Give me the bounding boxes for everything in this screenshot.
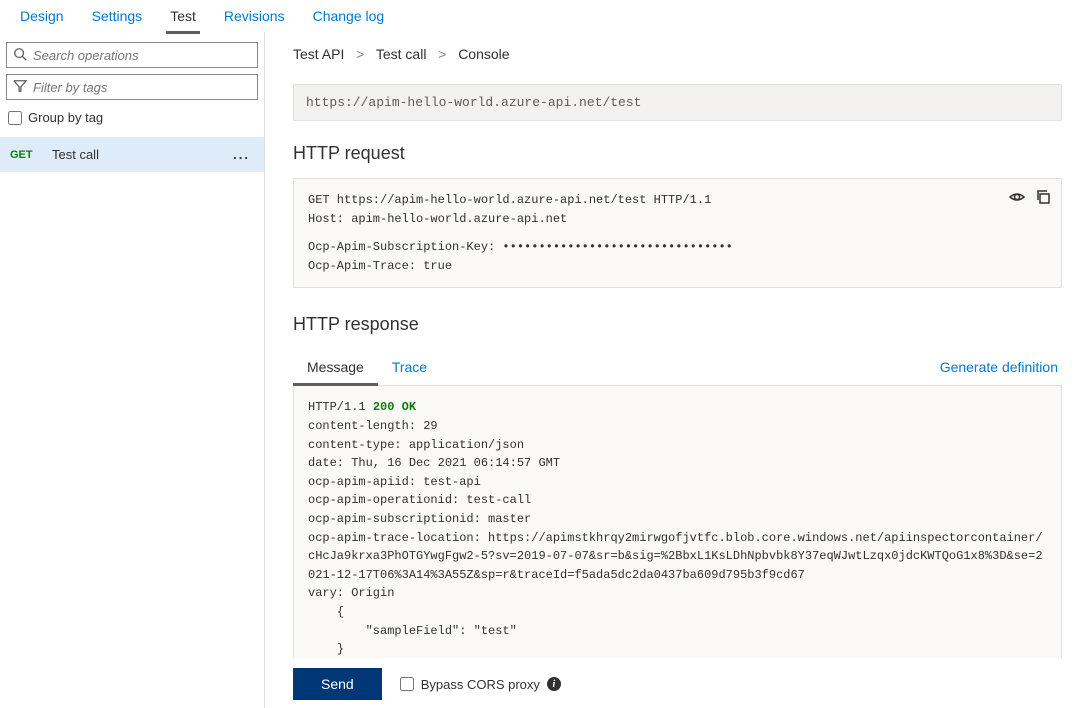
request-line-1: GET https://apim-hello-world.azure-api.n… [308, 191, 1047, 210]
tab-design[interactable]: Design [6, 2, 78, 30]
filter-input[interactable] [33, 80, 251, 95]
info-icon[interactable]: i [547, 677, 561, 691]
operation-more-icon[interactable]: ... [233, 147, 250, 162]
group-by-checkbox[interactable] [8, 111, 22, 125]
response-protocol: HTTP/1.1 [308, 400, 373, 414]
top-navigation: Design Settings Test Revisions Change lo… [0, 0, 1080, 32]
request-line-4: Ocp-Apim-Trace: true [308, 257, 1047, 276]
http-response-box: HTTP/1.1 200 OK content-length: 29 conte… [293, 386, 1062, 671]
filter-icon [13, 79, 27, 96]
group-by-label: Group by tag [28, 110, 103, 125]
request-line-3: Ocp-Apim-Subscription-Key: •••••••••••••… [308, 238, 1047, 257]
breadcrumb-api[interactable]: Test API [293, 46, 344, 62]
search-icon [13, 47, 27, 64]
filter-tags-wrap[interactable] [6, 74, 258, 100]
copy-icon[interactable] [1035, 189, 1051, 212]
tab-revisions[interactable]: Revisions [210, 2, 299, 30]
response-tab-trace[interactable]: Trace [378, 349, 441, 385]
request-line-2: Host: apim-hello-world.azure-api.net [308, 210, 1047, 229]
search-operations-wrap[interactable] [6, 42, 258, 68]
tab-settings[interactable]: Settings [78, 2, 157, 30]
http-response-title: HTTP response [293, 314, 1062, 335]
sidebar: Group by tag GET Test call ... [0, 32, 265, 708]
reveal-icon[interactable] [1009, 189, 1025, 212]
tab-changelog[interactable]: Change log [299, 2, 399, 30]
group-by-tag[interactable]: Group by tag [0, 106, 264, 137]
http-request-box: GET https://apim-hello-world.azure-api.n… [293, 178, 1062, 288]
request-url: https://apim-hello-world.azure-api.net/t… [293, 84, 1062, 121]
generate-definition-link[interactable]: Generate definition [940, 359, 1062, 375]
bypass-checkbox[interactable] [400, 677, 414, 691]
content-area: Test API > Test call > Console https://a… [265, 32, 1080, 708]
response-headers: content-length: 29 content-type: applica… [308, 419, 1043, 600]
http-request-title: HTTP request [293, 143, 1062, 164]
breadcrumb-console: Console [458, 46, 509, 62]
response-tab-message[interactable]: Message [293, 349, 378, 385]
breadcrumb: Test API > Test call > Console [293, 46, 1062, 62]
response-tabs: Message Trace Generate definition [293, 349, 1062, 386]
send-button[interactable]: Send [293, 668, 382, 700]
operation-method: GET [10, 149, 38, 161]
tab-test[interactable]: Test [156, 2, 210, 30]
send-bar: Send Bypass CORS proxy i [293, 658, 1080, 708]
breadcrumb-op[interactable]: Test call [376, 46, 427, 62]
bypass-label: Bypass CORS proxy [421, 677, 540, 692]
response-body: { "sampleField": "test" } [308, 605, 517, 656]
search-input[interactable] [33, 48, 251, 63]
response-status: 200 OK [373, 400, 416, 414]
bypass-cors[interactable]: Bypass CORS proxy i [400, 677, 561, 692]
operation-row[interactable]: GET Test call ... [0, 137, 264, 172]
operation-name: Test call [52, 147, 254, 162]
